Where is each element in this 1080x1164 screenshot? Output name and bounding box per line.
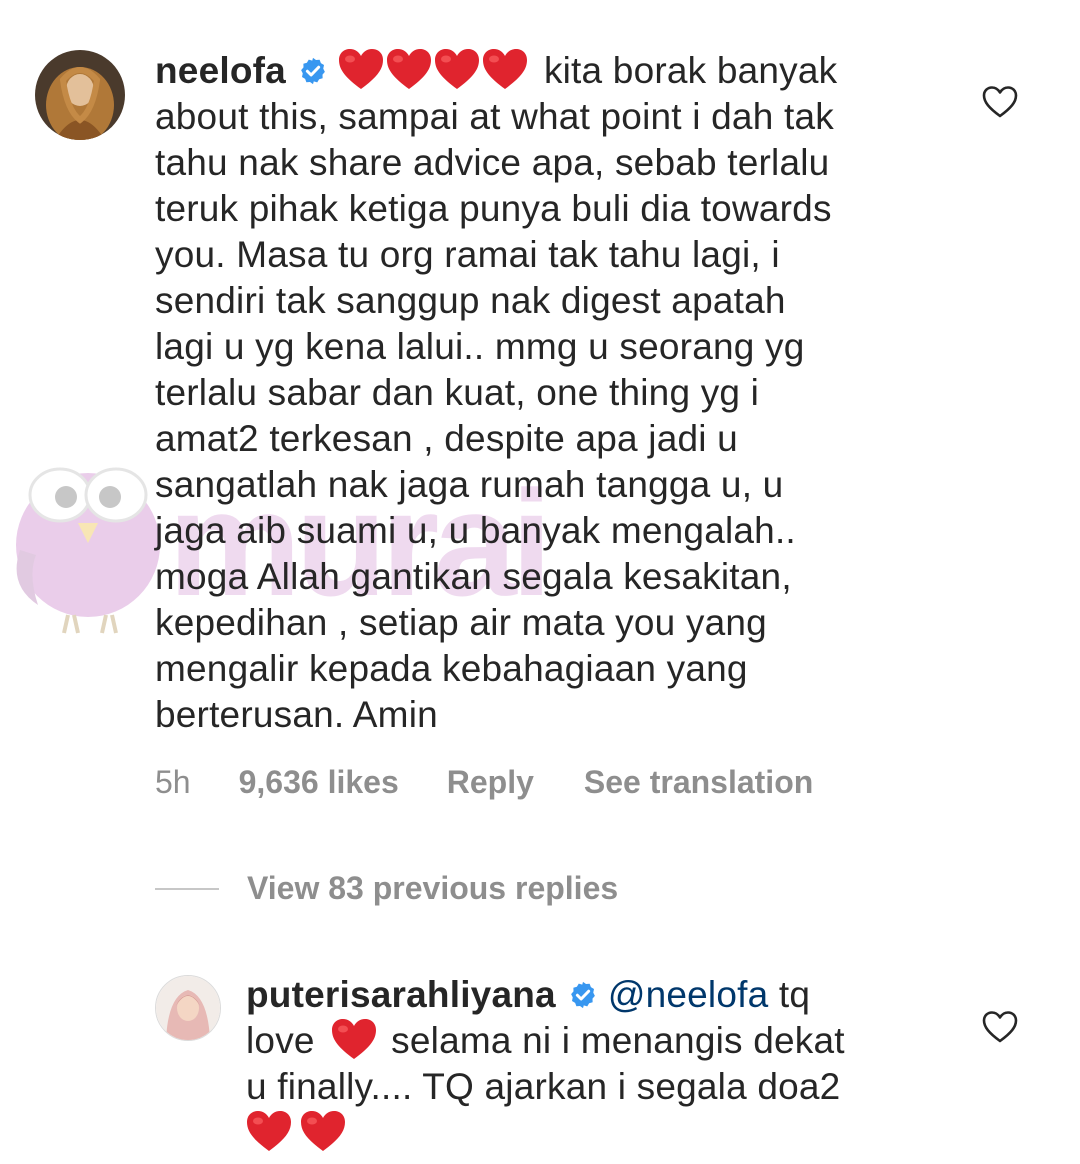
comment-line: lagi u yg kena lalui.. mmg u seorang yg (155, 326, 805, 367)
username-neelofa[interactable]: neelofa (155, 50, 286, 91)
comment-body: neelofa kita borak banyak about this, sam… (155, 48, 945, 738)
reply-button[interactable]: Reply (447, 764, 534, 801)
red-heart-emoji (332, 1019, 377, 1059)
comment-neelofa: neelofa kita borak banyak about this, sam… (0, 0, 1080, 830)
comment-line: sangatlah nak jaga rumah tangga u, u (155, 464, 784, 505)
reply-text: u finally.... TQ ajarkan i segala doa2 (246, 1066, 841, 1107)
reply-body: puterisarahliyana @neelofa tq love selama… (246, 972, 946, 1156)
likes-count[interactable]: 9,636 likes (239, 764, 399, 801)
red-heart-emoji (386, 49, 431, 89)
comment-line: about this, sampai at what point i dah t… (155, 96, 834, 137)
comment-line: terlalu sabar dan kuat, one thing yg i (155, 372, 760, 413)
comment-line: moga Allah gantikan segala kesakitan, (155, 556, 792, 597)
avatar-puterisarahliyana[interactable] (155, 975, 221, 1041)
reply-text: selama ni i menangis dekat (391, 1020, 845, 1061)
red-heart-emoji (482, 49, 527, 89)
reply-end-hearts (246, 1110, 946, 1156)
reply-text: love (246, 1020, 315, 1061)
view-previous-replies-button[interactable]: View 83 previous replies (155, 870, 618, 907)
avatar-neelofa[interactable] (35, 50, 125, 140)
reply-text: tq (778, 974, 811, 1015)
comment-line: kita borak banyak (543, 50, 838, 91)
comment-puterisarahliyana: puterisarahliyana @neelofa tq love selama… (0, 960, 1080, 1160)
comment-line: kepedihan , setiap air mata you yang (155, 602, 767, 643)
red-heart-emoji (434, 49, 479, 89)
heart-emojis (338, 49, 530, 91)
red-heart-emoji (301, 1111, 345, 1151)
see-translation-button[interactable]: See translation (584, 764, 813, 801)
heart-outline-icon[interactable] (982, 85, 1018, 119)
reply-second-line: love selama ni i menangis dekat (246, 1018, 946, 1064)
red-heart-emoji (338, 49, 383, 89)
comment-time: 5h (155, 764, 191, 800)
verified-badge-icon (570, 981, 595, 1009)
username-puterisarahliyana[interactable]: puterisarahliyana (246, 974, 556, 1015)
replies-divider (155, 887, 219, 890)
comment-line: tahu nak share advice apa, sebab terlalu (155, 142, 830, 183)
comment-line: sendiri tak sanggup nak digest apatah (155, 280, 786, 321)
comment-first-line: neelofa kita borak banyak (155, 48, 945, 94)
comment-meta: 5h 9,636 likes Reply See translation (155, 764, 813, 801)
comment-line: mengalir kepada kebahagiaan yang (155, 648, 748, 689)
heart-outline-icon[interactable] (982, 1010, 1018, 1044)
comment-line: amat2 terkesan , despite apa jadi u (155, 418, 738, 459)
comment-line: teruk pihak ketiga punya buli dia toward… (155, 188, 832, 229)
reply-first-line: puterisarahliyana @neelofa tq (246, 972, 946, 1018)
mention-neelofa[interactable]: @neelofa (608, 974, 769, 1015)
verified-badge-icon (301, 57, 325, 85)
comment-line: you. Masa tu org ramai tak tahu lagi, i (155, 234, 780, 275)
comment-line: jaga aib suami u, u banyak mengalah.. (155, 510, 796, 551)
red-heart-emoji (247, 1111, 291, 1151)
comment-line: berterusan. Amin (155, 694, 438, 735)
view-replies-label: View 83 previous replies (247, 870, 619, 906)
